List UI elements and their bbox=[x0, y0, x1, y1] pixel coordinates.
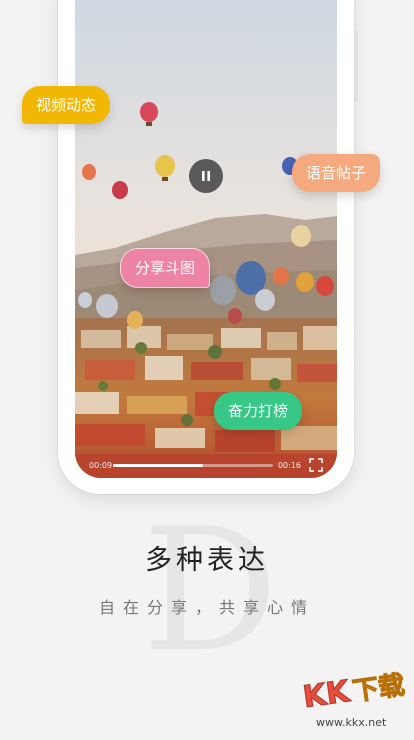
video-control-bar: 00:09 00:16 bbox=[75, 454, 337, 478]
svg-text:下载: 下载 bbox=[351, 670, 407, 707]
progress-bar[interactable] bbox=[113, 464, 273, 467]
watermark-url: www.kkx.net bbox=[316, 716, 387, 729]
feature-title: 多种表达 bbox=[145, 545, 269, 576]
phone-side-button bbox=[355, 30, 358, 102]
fullscreen-icon[interactable] bbox=[307, 456, 325, 474]
progress-fill bbox=[113, 464, 203, 467]
background-letter: D bbox=[142, 492, 279, 690]
pause-button[interactable] bbox=[189, 159, 223, 193]
current-time: 00:09 bbox=[89, 461, 113, 470]
voice-post-tag: 语音帖子 bbox=[292, 154, 381, 192]
site-watermark: KK 下载 www.kkx.net bbox=[298, 652, 414, 736]
pause-icon bbox=[202, 171, 210, 181]
total-time: 00:16 bbox=[277, 461, 301, 470]
video-dynamic-tag: 视频动态 bbox=[22, 86, 111, 124]
meme-share-tag: 分享斗图 bbox=[120, 248, 211, 288]
rank-hit-tag: 奋力打榜 bbox=[214, 392, 303, 430]
feature-subtitle: 自在分享，共享心情 bbox=[98, 598, 315, 617]
svg-text:KK: KK bbox=[301, 674, 354, 715]
